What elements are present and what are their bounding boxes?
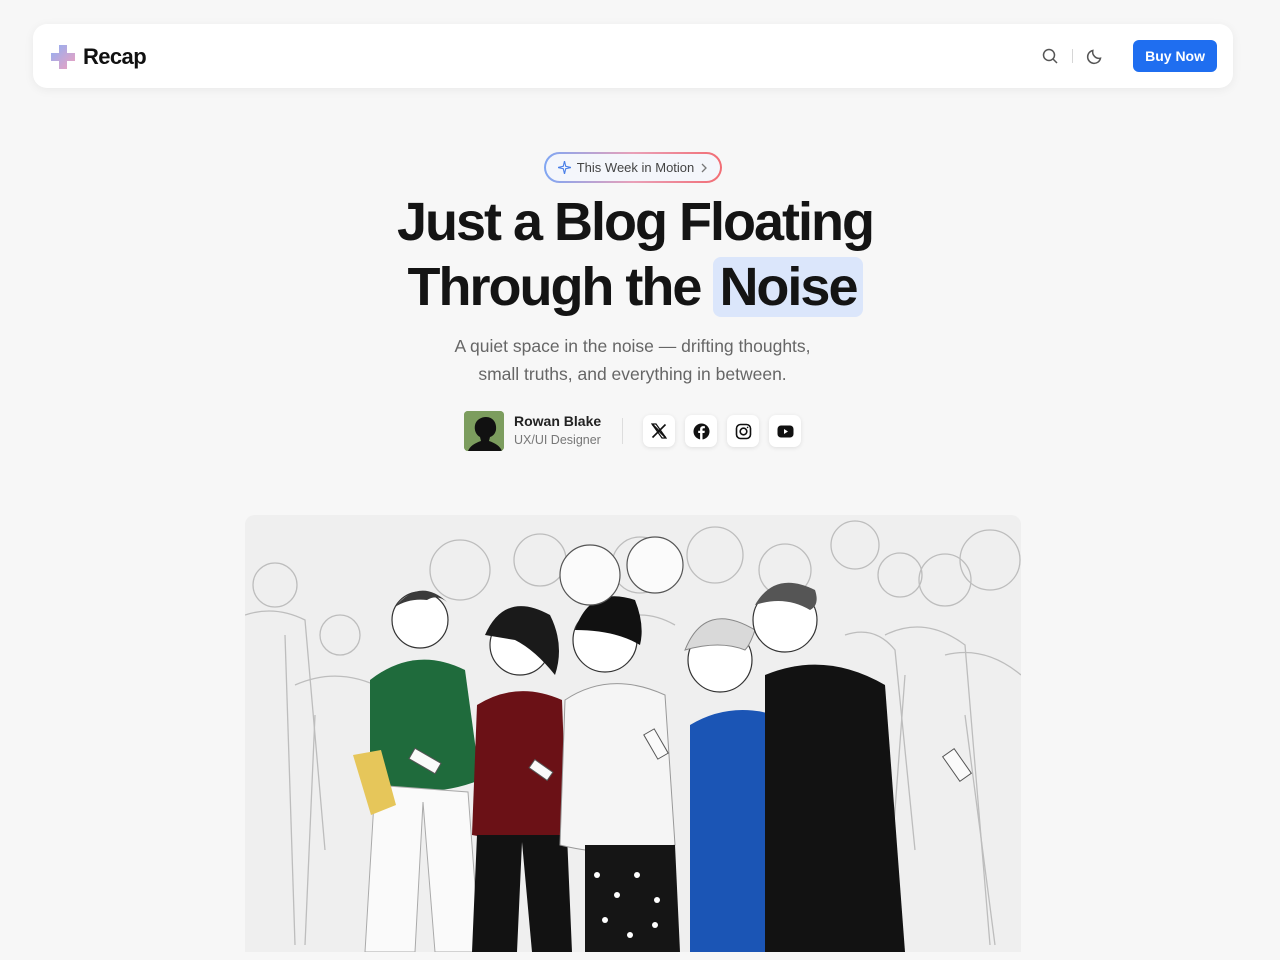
announcement-pill[interactable]: This Week in Motion — [544, 152, 722, 183]
sparkle-icon — [557, 161, 571, 174]
author-role: UX/UI Designer — [514, 433, 601, 447]
title-line-2: Through the — [407, 257, 702, 317]
x-icon[interactable] — [643, 415, 676, 447]
facebook-icon[interactable] — [685, 415, 718, 447]
brand-link[interactable]: Recap — [49, 43, 147, 71]
youtube-icon[interactable] — [769, 415, 802, 447]
announcement-label: This Week in Motion — [576, 160, 695, 175]
page-subtitle: A quiet space in the noise — drifting th… — [0, 332, 1265, 388]
hero-image — [245, 515, 1021, 952]
search-icon[interactable] — [1036, 42, 1064, 70]
chevron-right-icon — [701, 163, 708, 172]
author-divider — [622, 418, 624, 444]
author-row: Rowan Blake UX/UI Designer — [464, 411, 802, 451]
title-highlight: Noise — [713, 257, 863, 317]
title-line-1: Just a Blog Floating — [396, 192, 875, 252]
top-nav: Recap Buy Now — [33, 24, 1233, 88]
avatar[interactable] — [464, 411, 504, 451]
moon-icon[interactable] — [1081, 42, 1109, 70]
social-links — [643, 415, 802, 447]
recap-logo-icon — [51, 45, 75, 69]
page-title: Just a Blog Floating Through the Noise — [0, 190, 1270, 320]
subtitle-line-1: A quiet space in the noise — drifting th… — [454, 336, 811, 356]
brand-name: Recap — [83, 44, 147, 69]
subtitle-line-2: small truths, and everything in between. — [478, 364, 787, 384]
nav-divider — [1072, 49, 1074, 63]
instagram-icon[interactable] — [727, 415, 760, 447]
buy-now-button[interactable]: Buy Now — [1133, 40, 1217, 72]
author-name[interactable]: Rowan Blake — [514, 412, 601, 430]
